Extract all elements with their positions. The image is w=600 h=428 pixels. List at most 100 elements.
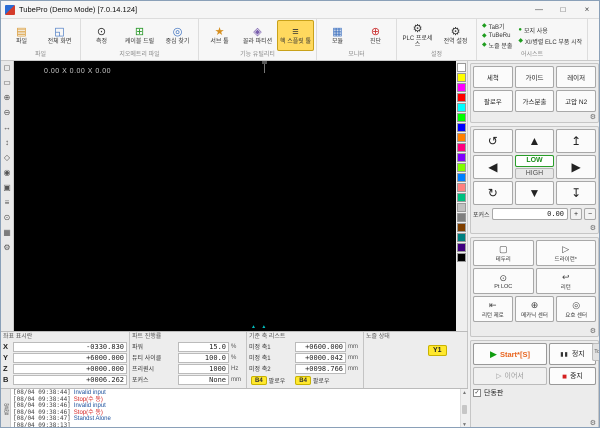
assist-item-tab[interactable]: ◆ TaB기 [482, 22, 512, 31]
button-label: 모듈 [331, 38, 344, 45]
cable-drill-button[interactable]: ⊞ 케이블 드릴 [121, 20, 158, 51]
color-swatch[interactable] [457, 123, 466, 132]
io-settings-gear-icon[interactable]: ⚙ [590, 114, 596, 122]
dry-run-button[interactable]: ▷ 드라이런* [535, 240, 596, 266]
pause-button[interactable]: ▮▮ 정지 [549, 343, 596, 365]
color-swatch[interactable] [457, 193, 466, 202]
assist-item-demo[interactable]: ● 모지 사용 [518, 26, 582, 35]
partition-button[interactable]: ◈ 꼴라 파티션 [239, 20, 276, 51]
jog-up-button[interactable]: ▲ [514, 129, 555, 153]
rotate-ccw-button[interactable]: ↺ [473, 129, 513, 153]
fit-view-tool-icon[interactable]: ▣ [3, 184, 11, 192]
diagnosis-button[interactable]: ⊕ 진단 [357, 20, 394, 51]
color-swatch[interactable] [457, 213, 466, 222]
color-swatch[interactable] [457, 143, 466, 152]
center-view-tool-icon[interactable]: ◉ [4, 169, 11, 177]
focus-plus-button[interactable]: + [570, 208, 582, 220]
color-swatch[interactable] [457, 203, 466, 212]
color-swatch[interactable] [457, 113, 466, 122]
scroll-up-icon[interactable]: ▲ [462, 390, 467, 396]
assist-item-nozzle[interactable]: ◆ 노즐 분출 [482, 41, 512, 50]
color-swatch[interactable] [457, 233, 466, 242]
frame-select-tool-icon[interactable]: ▭ [3, 79, 11, 87]
coord-row: B +0006.262 [3, 374, 127, 385]
color-swatch[interactable] [457, 253, 466, 262]
lift-down-button[interactable]: ↧ [556, 181, 596, 205]
module-button[interactable]: ▦ 모듈 [319, 20, 356, 51]
view-settings-tool-icon[interactable]: ⚙ [3, 244, 10, 252]
select-tool-icon[interactable]: ◻ [4, 64, 11, 72]
focus-label: 포커스 [473, 212, 490, 219]
frame-run-button[interactable]: ▢ 테두리 [473, 240, 534, 266]
measure-button[interactable]: ⊙ 측정 [83, 20, 120, 51]
run-settings-gear-icon[interactable]: ⚙ [590, 420, 596, 427]
n2-button[interactable]: 고압 N2 [556, 90, 596, 112]
jog-down-button[interactable]: ▼ [514, 181, 555, 205]
side-tab-tc[interactable]: Tc [592, 343, 599, 361]
mechanic-center-button[interactable]: ⊕ 메카닉 센터 [514, 296, 555, 322]
follow-button[interactable]: 팔로우 [473, 90, 513, 112]
color-swatch[interactable] [457, 183, 466, 192]
grid-tool-icon[interactable]: ▦ [3, 229, 11, 237]
fullscreen-button[interactable]: ◱ 전체 화면 [41, 20, 78, 51]
pan-horizontal-tool-icon[interactable]: ↔ [3, 124, 11, 132]
jog-settings-gear-icon[interactable]: ⚙ [590, 225, 596, 233]
color-swatch[interactable] [457, 93, 466, 102]
close-button[interactable]: × [575, 1, 599, 18]
zoom-out-tool-icon[interactable]: ⊖ [4, 109, 11, 117]
color-swatch[interactable] [457, 133, 466, 142]
ops-settings-gear-icon[interactable]: ⚙ [590, 328, 596, 336]
measure-tool-icon[interactable]: ⊙ [4, 214, 11, 222]
scroll-down-icon[interactable]: ▼ [462, 422, 467, 427]
single-part-checkbox[interactable]: ✓ 단동판 [473, 388, 596, 398]
return-button[interactable]: ↩ 리턴 [535, 268, 596, 294]
gas-blow-button[interactable]: 가스분출 [514, 90, 555, 112]
assist-item-tuberu[interactable]: ◆ TuBeRu [482, 33, 512, 39]
lift-up-button[interactable]: ↥ [556, 129, 596, 153]
color-swatch[interactable] [457, 173, 466, 182]
speed-low-toggle[interactable]: LOW [514, 155, 555, 167]
jog-right-button[interactable]: ▶ [556, 155, 596, 179]
laser-button[interactable]: 레이저 [556, 66, 596, 88]
plc-process-button[interactable]: ⚙ PLC 프로세스 [399, 20, 436, 51]
stop-button[interactable]: ■ 중지 [549, 367, 596, 385]
wireframe-tool-icon[interactable]: ≡ [5, 199, 10, 207]
focus-value-input[interactable]: 0.00 [491, 208, 568, 220]
sub-tool-button[interactable]: ★ 서브 툴 [201, 20, 238, 51]
workspace-canvas[interactable]: 0.00 X 0.00 X 0.00 ▲ ▲ [14, 61, 456, 331]
rotate-center-button[interactable]: ◎ 요호 센터 [556, 296, 596, 322]
minimize-button[interactable]: — [527, 1, 551, 18]
color-swatch[interactable] [457, 243, 466, 252]
start-button[interactable]: ▶ Start*[S] [473, 343, 547, 365]
color-swatch[interactable] [457, 73, 466, 82]
zoom-in-tool-icon[interactable]: ⊕ [4, 94, 11, 102]
axis-label: Z [3, 364, 8, 373]
guide-light-button[interactable]: 가이드 [514, 66, 555, 88]
speed-high-toggle[interactable]: HIGH [514, 168, 555, 179]
iso-view-tool-icon[interactable]: ◇ [4, 154, 10, 162]
file-menu-button[interactable]: ▤ 파일 [3, 20, 40, 51]
return-zero-button[interactable]: ⇤ 리턴 제로 [473, 296, 513, 322]
color-swatch[interactable] [457, 83, 466, 92]
jog-left-button[interactable]: ◀ [473, 155, 513, 179]
global-settings-button[interactable]: ⚙ 전역 설정 [437, 20, 474, 51]
hex-split-tool-button[interactable]: ≡ 헥 스플릿 툴 [277, 20, 314, 51]
scroll-thumb[interactable] [462, 404, 467, 414]
color-swatch[interactable] [457, 153, 466, 162]
centering-button[interactable]: ◎ 중심 찾기 [159, 20, 196, 51]
color-swatch[interactable] [457, 163, 466, 172]
focus-minus-button[interactable]: − [584, 208, 596, 220]
pan-vertical-tool-icon[interactable]: ↕ [5, 139, 9, 147]
color-swatch[interactable] [457, 63, 466, 72]
color-swatch[interactable] [457, 103, 466, 112]
maximize-button[interactable]: □ [551, 1, 575, 18]
wash-button[interactable]: 세척 [473, 66, 513, 88]
log-scrollbar[interactable]: ▲ ▼ [460, 389, 468, 427]
pt-loc-button[interactable]: ⊙ Pt LOC [473, 268, 534, 294]
color-swatch[interactable] [457, 223, 466, 232]
rotate-cw-button[interactable]: ↻ [473, 181, 513, 205]
resume-button[interactable]: ▷ 이어서 [473, 367, 547, 385]
log-tab-alarm[interactable]: 알람 [1, 389, 11, 427]
log-list[interactable]: [08/04 09:38:44] Invalid input [08/04 09:… [11, 389, 460, 427]
assist-item-elc-start[interactable]: ◆ XI/병렬 ELC 부품 시작 [518, 37, 582, 46]
